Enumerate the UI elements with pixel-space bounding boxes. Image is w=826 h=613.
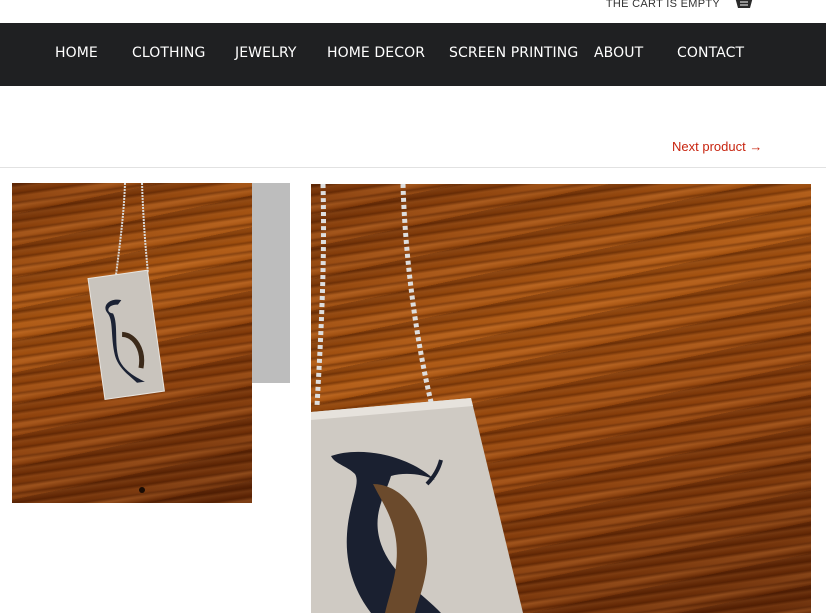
necklace-main-image [311,184,523,613]
thumbnail-placeholder [252,183,290,383]
basket-icon[interactable] [734,0,754,10]
nav-item-screen-printing[interactable]: SCREEN PRINTING [449,45,578,61]
product-main-image[interactable] [311,184,811,613]
top-bar: THE CART IS EMPTY [0,0,826,23]
main-nav: HOME CLOTHING JEWELRY HOME DECOR SCREEN … [0,23,826,86]
nav-item-jewelry[interactable]: JEWELRY [235,45,297,61]
nav-item-home-decor[interactable]: HOME DECOR [327,45,425,61]
nav-item-home[interactable]: HOME [55,45,98,61]
divider [0,167,826,168]
necklace-thumbnail-image [87,183,165,493]
cart-status[interactable]: THE CART IS EMPTY [606,0,720,10]
product-thumbnail[interactable] [12,183,252,503]
nav-item-clothing[interactable]: CLOTHING [132,45,205,61]
nav-item-contact[interactable]: CONTACT [677,45,744,61]
nav-item-about[interactable]: ABOUT [594,45,643,61]
next-product-link[interactable]: Next product → [672,139,762,154]
